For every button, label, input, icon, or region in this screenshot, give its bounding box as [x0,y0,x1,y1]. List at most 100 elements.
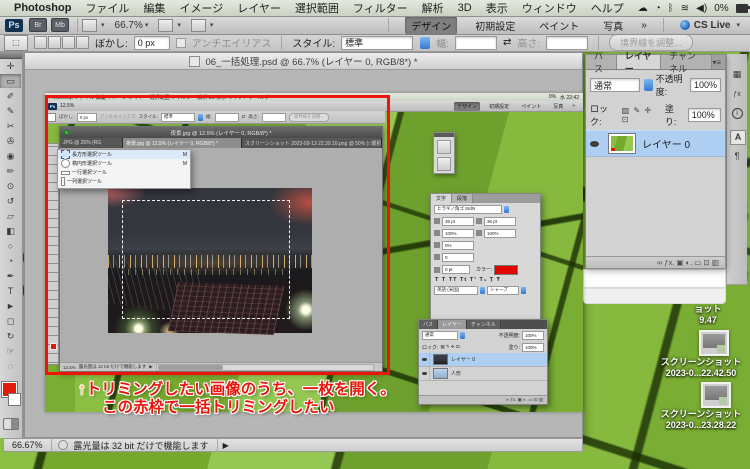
status-zoom-field[interactable]: 66.67% [4,439,52,451]
leading-field[interactable]: 36 pt [484,216,516,226]
inner-workspace-more-icon[interactable]: » [572,103,575,109]
antialias-checkbox[interactable] [175,37,186,48]
inner-layer-name[interactable]: 人形 [451,370,461,377]
zoom-level-button[interactable]: 66.7% ▾ [115,20,149,31]
inner-layer-row-selected[interactable]: レイヤー 0 [419,353,547,367]
tool-preset-icon[interactable]: ⬚ [4,34,28,51]
blend-mode-select[interactable]: 通常 [590,78,641,92]
baseline-field[interactable]: 0 pt [442,265,470,274]
feather-field[interactable]: 0 px [133,35,170,50]
type-tool[interactable]: T [0,284,21,298]
wifi-icon[interactable]: ≋ [681,3,689,14]
stepper-icon[interactable] [420,36,431,49]
menu-select[interactable]: 選択範囲 [295,0,339,16]
text-color-swatch[interactable] [494,264,519,275]
inner-fill-value[interactable]: 100% [522,342,544,352]
desktop-icon-label[interactable]: スクリーンショット 2023-0...22.42.50 [652,357,750,379]
inner-tab-paths[interactable]: パス [419,320,439,329]
selection-mode-icons[interactable] [34,36,89,49]
screen-mode-button[interactable]: ▾ [190,18,213,32]
status-arrow-icon[interactable]: ▶ [223,441,229,450]
layer-row-selected[interactable]: レイヤー 0 [586,130,725,157]
healing-tool[interactable]: ◉ [0,149,21,163]
menu-analysis[interactable]: 解析 [422,0,444,16]
menu-3d[interactable]: 3D [458,2,472,14]
crop-tool[interactable]: ✂ [0,119,21,133]
quick-select-tool[interactable]: ✎ [0,104,21,118]
move-tool[interactable]: ✛ [0,59,21,73]
mini-panel-icon[interactable] [437,157,451,171]
stepper-icon[interactable] [480,286,485,294]
fill-value[interactable]: 100% [687,108,721,122]
document-titlebar[interactable]: 06_一括処理.psd @ 66.7% (レイヤー 0, RGB/8*) * [25,53,582,70]
pen-tool[interactable]: ✒ [0,269,21,283]
type-style-buttons[interactable]: T T TT Tt T¹ T₁ T̲ Ŧ [431,276,540,284]
inner-tab-layers[interactable]: レイヤー [438,320,467,329]
stamp-tool[interactable]: ⊙ [0,179,21,193]
inner-tab-channels[interactable]: チャンネル [466,320,501,329]
tools-palette-header[interactable] [0,52,22,59]
inner-workspace-design[interactable]: デザイン [454,101,481,111]
volume-icon[interactable]: ◀) [696,3,707,14]
font-size-field[interactable]: 36 pt [442,216,474,226]
inner-layer-name[interactable]: レイヤー 0 [451,356,475,363]
horizontal-scale-field[interactable]: 100% [484,228,516,238]
height-field[interactable] [546,35,589,50]
cloud-status-icon[interactable]: ☁ [638,3,648,14]
bridge-icon[interactable]: Br [29,18,47,32]
menu-filter[interactable]: フィルター [353,0,408,16]
refine-edge-button[interactable]: 境界線を調整... [609,34,693,51]
vertical-scale-field[interactable]: 100% [442,228,474,238]
workspace-photo[interactable]: 写真 [597,16,629,35]
swatches-panel-icon[interactable]: ▦ [730,68,744,81]
menu-layer[interactable]: レイヤー [237,0,281,16]
paragraph-panel-icon[interactable]: ¶ [730,150,744,163]
history-brush-tool[interactable]: ↺ [0,194,21,208]
lock-icons[interactable]: ▨ ✎ ✛ ⊡ [622,106,662,124]
layer-name[interactable]: レイヤー 0 [642,136,690,151]
blur-tool[interactable]: ○ [0,239,21,253]
info-panel-icon[interactable]: i [730,108,744,121]
inner-layer-thumbnail[interactable] [433,368,448,379]
lasso-tool[interactable]: ✐ [0,89,21,103]
inner-layer-thumbnail[interactable] [433,354,448,365]
marquee-tool[interactable]: ▭ [0,74,21,88]
app-menu-photoshop[interactable]: Photoshop [14,2,71,14]
panel-bottom-bar[interactable]: ∞ ƒx. ▣ ◐. ▭ ⊡ ▥ [586,256,725,268]
antialias-select[interactable]: シャープ [487,285,519,295]
inner-opacity-value[interactable]: 100% [522,330,544,340]
background-color-swatch[interactable] [8,393,21,406]
dodge-tool[interactable]: ◔ [0,254,21,268]
character-panel-icon[interactable]: A [730,130,746,145]
menu-window[interactable]: ウィンドウ [522,0,577,16]
desktop-icon-label-partial[interactable]: ョット 9.47 [668,304,748,326]
desktop-screenshot-icon[interactable] [701,382,731,408]
time-machine-icon[interactable]: ◔ [655,3,661,14]
width-field[interactable] [454,35,497,50]
tab-character[interactable]: 文字 [431,194,453,203]
mini-bridge-icon[interactable]: Mb [51,18,69,32]
path-select-tool[interactable]: ► [0,299,21,313]
tracking-field[interactable]: 0 [442,252,474,262]
workspace-design[interactable]: デザイン [405,15,458,35]
tab-paragraph[interactable]: 段落 [452,194,474,203]
menu-image[interactable]: イメージ [179,0,223,16]
ps-logo-icon[interactable]: Ps [5,18,23,32]
arrange-documents-button[interactable]: ▾ [158,18,181,32]
desktop-screenshot-icon[interactable] [699,330,729,356]
stepper-icon[interactable] [644,79,653,91]
stepper-icon[interactable] [460,331,465,339]
workspace-paint[interactable]: ペイント [533,16,585,35]
bluetooth-icon[interactable]: ᛒ [668,3,674,14]
inner-workspace-default[interactable]: 初期設定 [486,102,512,111]
eraser-tool[interactable]: ▱ [0,209,21,223]
inner-layer-row[interactable]: 人形 [419,367,547,381]
inner-lock-icons[interactable]: ▨ ✎ ✛ ⊡ [440,344,459,350]
document-canvas-image[interactable]: Photoshop ファイル 編集 イメージ レイヤー 選択範囲 フィルター 解… [45,93,583,412]
shape-tool[interactable]: ◻ [0,314,21,328]
tab-paths[interactable]: パス [586,51,617,74]
inner-panel-bottom-bar[interactable]: ∞ ƒx. ▣ ◐. ▭ ⊡ ▥ [419,395,547,404]
tab-layers[interactable]: レイヤー [616,51,662,74]
style-select[interactable]: 標準 [341,35,414,50]
menu-help[interactable]: ヘルプ [591,0,624,16]
